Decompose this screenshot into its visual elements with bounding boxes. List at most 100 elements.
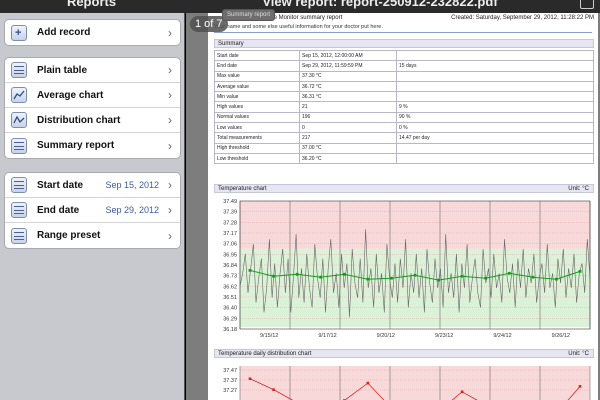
header-divider [214, 32, 592, 33]
summary-cell: 36.20 °C [299, 152, 397, 165]
y-tick-label: 37.28 [223, 220, 237, 226]
summary-cell: Average value [214, 80, 300, 93]
y-tick-label: 36.51 [223, 295, 237, 301]
average-point [437, 278, 440, 282]
average-chart-item[interactable]: Average chart › [5, 83, 180, 108]
distribution-chart-item[interactable]: Distribution chart › [5, 108, 180, 133]
summary-cell: Total measurements [214, 132, 300, 144]
y-tick-label: 36.40 [223, 306, 237, 312]
plain-table-item[interactable]: Plain table › [5, 58, 180, 83]
start-date-label: Start date [37, 179, 84, 191]
summary-row: Min value 36.31 °C [214, 91, 594, 103]
chevron-right-icon: › [168, 203, 172, 217]
average-point [507, 271, 511, 275]
summary-cell: Normal values [214, 111, 300, 124]
distribution-chart-icon [11, 112, 27, 128]
document-subtitle: Your name and some else useful informati… [214, 24, 383, 30]
summary-cell: Sep 29, 2012, 11:59:59 PM [299, 60, 397, 72]
chevron-right-icon: › [168, 63, 172, 77]
y-tick-label: 37.17 [223, 231, 237, 237]
average-point [248, 268, 252, 272]
average-point [295, 272, 299, 276]
x-tick-label: 9/26/12 [552, 333, 570, 339]
y-tick-label: 37.39 [223, 210, 237, 216]
start-date-value: Sep 15, 2012 [105, 180, 159, 190]
table-icon [11, 62, 27, 78]
y-tick-label: 37.06 [223, 242, 237, 248]
range-preset-item[interactable]: Range preset › [5, 223, 180, 248]
y-tick-label: 37.37 [223, 378, 237, 384]
chevron-right-icon: › [168, 138, 172, 153]
y-tick-label: 37.47 [223, 368, 237, 374]
distribution-chart-header: Temperature daily distribution chart Uni… [214, 349, 594, 358]
summary-cell [396, 142, 594, 154]
start-date-item[interactable]: Start date Sep 15, 2012 › [5, 173, 180, 198]
average-point [484, 276, 488, 280]
temperature-chart-header: Temperature chart Unit: °C [214, 184, 594, 193]
summary-cell: Low threshold [214, 152, 300, 165]
summary-table: Start date Sep 15, 2012, 12:00:00 AM End d… [214, 49, 594, 165]
top-bar: Reports View report: report-250912-23282… [0, 0, 600, 13]
summary-report-item[interactable]: Summary report › [5, 133, 180, 158]
summary-cell: 196 [299, 111, 397, 124]
end-date-item[interactable]: End date Sep 29, 2012 › [5, 198, 180, 223]
report-views-group: Plain table › Average chart › Distributi… [4, 57, 181, 159]
summary-cell: 90 % [396, 111, 594, 124]
average-point [555, 277, 558, 281]
summary-row: Normal values 196 90 % [214, 111, 594, 124]
average-point [413, 273, 417, 277]
y-tick-label: 36.73 [223, 274, 237, 280]
y-tick-label: 36.84 [223, 263, 237, 269]
summary-row: End date Sep 29, 2012, 11:59:59 PM 15 days [214, 60, 594, 72]
pdf-viewer[interactable]: 1 of 7 Summary report Body Temperature M… [186, 9, 600, 400]
range-icon [11, 227, 27, 244]
reports-title: Reports [66, 0, 117, 9]
average-point [460, 274, 464, 278]
distribution-chart-label: Distribution chart [37, 114, 121, 126]
summary-cell: 36.31 °C [299, 91, 397, 103]
summary-report-tab[interactable]: Summary report [222, 9, 276, 21]
summary-report-label: Summary report [37, 140, 115, 151]
add-record-button[interactable]: + Add record › [5, 20, 180, 45]
summary-row: Low threshold 36.20 °C [214, 152, 594, 165]
plain-table-label: Plain table [37, 64, 88, 76]
summary-row: High threshold 37.00 °C [214, 142, 594, 154]
date-range-group: Start date Sep 15, 2012 › End date Sep 2… [4, 172, 181, 249]
pdf-page: Body Temperature Monitor summary report … [208, 13, 598, 400]
calendar-icon [11, 177, 27, 193]
distribution-chart-unit: Unit: °C [568, 351, 589, 357]
high-zone [240, 366, 590, 400]
chevron-right-icon: › [168, 178, 172, 192]
x-tick-label: 9/20/12 [377, 333, 395, 339]
document-icon [11, 137, 27, 154]
distribution-point [272, 388, 275, 391]
distribution-point [578, 385, 582, 388]
average-point [578, 269, 582, 273]
summary-row: High values 21 9 % [214, 101, 594, 113]
summary-cell: Sep 15, 2012, 12:00:00 AM [299, 49, 397, 62]
summary-cell: 217 [299, 132, 397, 144]
temperature-chart-unit: Unit: °C [568, 186, 589, 192]
average-point [319, 275, 323, 279]
chevron-right-icon: › [168, 228, 172, 243]
summary-cell: 37.30 °C [299, 70, 397, 82]
x-tick-label: 9/17/12 [318, 333, 336, 339]
average-point [531, 275, 535, 279]
summary-row: Low values 0 0 % [214, 122, 594, 134]
summary-cell [396, 49, 594, 62]
summary-cell [396, 80, 594, 93]
summary-cell: Min value [214, 91, 300, 103]
average-point [272, 274, 275, 278]
average-point [342, 272, 346, 276]
summary-cell: 21 [299, 101, 397, 113]
summary-cell: End date [214, 60, 300, 72]
x-tick-label: 9/23/12 [435, 333, 453, 339]
temperature-chart-title: Temperature chart [218, 186, 267, 192]
summary-cell [396, 91, 594, 103]
summary-cell: 15 days [396, 60, 594, 72]
add-record-group: + Add record › [4, 19, 181, 46]
summary-header-text: Summary [218, 41, 244, 47]
share-icon[interactable] [580, 0, 594, 9]
y-tick-label: 37.27 [223, 388, 237, 394]
add-icon: + [11, 24, 27, 41]
